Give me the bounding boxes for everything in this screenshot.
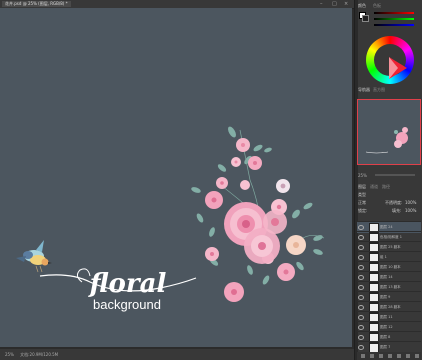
link-layers-icon[interactable] [361, 354, 365, 358]
adjustment-layer-icon[interactable] [388, 354, 392, 358]
visibility-eye-icon[interactable] [358, 305, 364, 310]
visibility-eye-icon[interactable] [358, 255, 364, 260]
red-slider[interactable] [374, 12, 414, 14]
close-icon[interactable]: × [344, 1, 348, 7]
document-tab[interactable]: 花卉.psd @ 25% (图层, RGB/8) * [2, 1, 71, 7]
lock-label: 锁定: [358, 208, 368, 213]
background-color-swatch[interactable] [362, 15, 369, 22]
artwork: floral background [16, 126, 325, 312]
new-layer-icon[interactable] [406, 354, 410, 358]
layer-kind-filter[interactable]: 类型 [358, 191, 366, 198]
navigator-preview[interactable] [357, 99, 421, 165]
minimize-icon[interactable]: – [320, 1, 323, 7]
subtitle-text: background [93, 297, 161, 312]
visibility-eye-icon[interactable] [358, 225, 364, 230]
status-bar: 25% 文档:20.9M/120.5M [0, 349, 354, 360]
navigator-zoom[interactable]: 25% [358, 172, 367, 179]
color-wheel-center [374, 44, 407, 79]
tab-swatches[interactable]: 色板 [373, 2, 381, 9]
visibility-eye-icon[interactable] [358, 325, 364, 330]
canvas[interactable]: floral background [0, 8, 352, 347]
blue-slider[interactable] [374, 24, 414, 26]
layer-style-icon[interactable] [370, 354, 374, 358]
title-script: floral [88, 269, 167, 299]
tab-layers[interactable]: 图层 [358, 183, 366, 190]
visibility-eye-icon[interactable] [358, 285, 364, 290]
opacity-label: 不透明度: [385, 200, 403, 205]
visibility-eye-icon[interactable] [358, 235, 364, 240]
delete-layer-icon[interactable] [415, 354, 419, 358]
visibility-eye-icon[interactable] [358, 295, 364, 300]
new-group-icon[interactable] [397, 354, 401, 358]
flourish-curl [76, 268, 91, 283]
opacity-input[interactable]: 100% [405, 199, 416, 206]
navigator-thumbnail [365, 127, 408, 154]
tab-histogram[interactable]: 直方图 [373, 86, 385, 93]
status-zoom[interactable]: 25% [5, 352, 14, 357]
visibility-eye-icon[interactable] [358, 275, 364, 280]
layers-footer [357, 352, 421, 360]
status-doc-size[interactable]: 文档:20.9M/120.5M [20, 352, 58, 357]
tab-channels[interactable]: 通道 [370, 183, 378, 190]
visibility-eye-icon[interactable] [358, 265, 364, 270]
fill-input[interactable]: 100% [405, 207, 416, 214]
tab-navigator[interactable]: 导航器 [358, 86, 370, 93]
maximize-icon[interactable]: □ [332, 1, 337, 7]
visibility-eye-icon[interactable] [358, 345, 364, 350]
blend-mode-select[interactable]: 正常 [358, 199, 366, 206]
color-wheel[interactable] [366, 36, 414, 84]
tab-color[interactable]: 颜色 [358, 2, 366, 9]
green-slider[interactable] [374, 18, 414, 20]
tab-paths[interactable]: 路径 [382, 183, 390, 190]
navigator-zoom-slider[interactable] [375, 174, 415, 176]
fill-label: 填充: [392, 208, 402, 213]
peony-large [224, 202, 287, 264]
add-mask-icon[interactable] [379, 354, 383, 358]
color-triangle-tint [389, 57, 398, 79]
visibility-eye-icon[interactable] [358, 335, 364, 340]
visibility-eye-icon[interactable] [358, 315, 364, 320]
visibility-eye-icon[interactable] [358, 245, 364, 250]
bird-illustration [16, 240, 52, 273]
